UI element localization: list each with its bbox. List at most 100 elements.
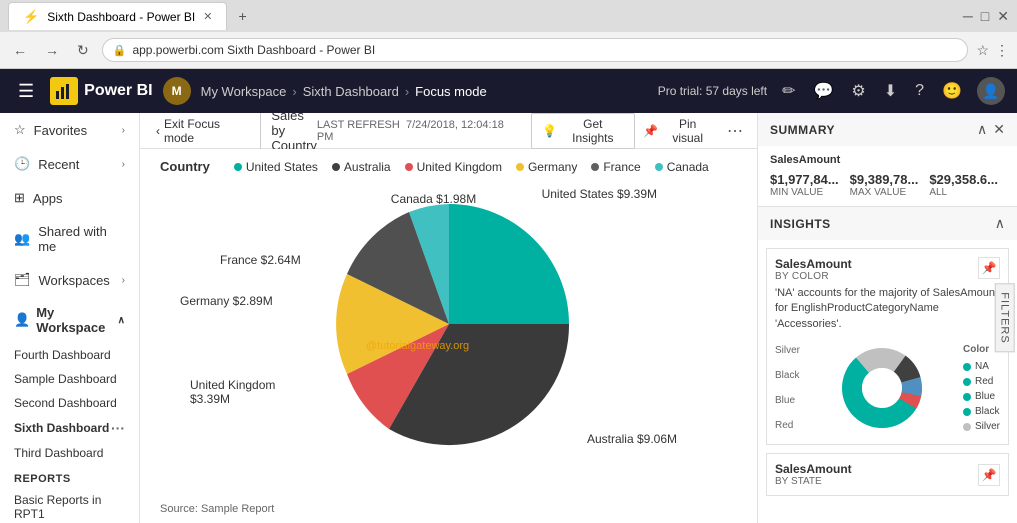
my-workspace-section[interactable]: 👤 My Workspace ∧ (0, 297, 139, 343)
filters-tab[interactable]: FILTERS (994, 283, 1014, 352)
minimize-btn[interactable]: ─ (963, 8, 973, 24)
exit-focus-btn[interactable]: ‹ Exit Focus mode (148, 113, 261, 149)
breadcrumb: My Workspace › Sixth Dashboard › Focus m… (201, 84, 648, 99)
sidebar-sixth-dashboard[interactable]: Sixth Dashboard ··· (0, 415, 139, 441)
feedback-btn[interactable]: 🙂 (939, 78, 965, 104)
summary-header[interactable]: SUMMARY ∧ ✕ (758, 113, 1017, 146)
chart-area: Country United States Australia United K… (140, 149, 757, 523)
second-insight-pin-btn[interactable]: 📌 (978, 464, 1000, 486)
my-workspace-label: My Workspace (36, 305, 117, 335)
sidebar-item-shared[interactable]: 👥 Shared with me (0, 215, 139, 263)
watermark: @tutorialgateway.org (366, 338, 469, 352)
source-text: Source: Sample Report (160, 503, 274, 515)
content-area: ☆ Favorites › 🕒 Recent › ⊞ Apps 👥 Shared… (0, 113, 1017, 523)
summary-field-label: SalesAmount (770, 154, 1005, 166)
tab-close-btn[interactable]: ✕ (203, 10, 212, 23)
workspaces-arrow: › (122, 275, 125, 286)
comment-btn[interactable]: 💬 (811, 78, 837, 104)
insight-card-1: SalesAmount BY COLOR 📌 'NA' accounts for… (766, 248, 1009, 445)
browser-chrome: ⚡ Sixth Dashboard - Power BI ✕ + ─ □ ✕ ←… (0, 0, 1017, 69)
sixth-dashboard-more[interactable]: ··· (111, 420, 125, 436)
maximize-btn[interactable]: □ (981, 8, 989, 24)
donut-label-red: Red (775, 420, 800, 431)
pin-icon: 📌 (643, 124, 658, 138)
summary-min-value: $1,977,84... (770, 172, 846, 187)
forward-btn[interactable]: → (40, 40, 64, 60)
pie-chart-container: United States $9.39M Australia $9.06M Un… (160, 182, 737, 466)
breadcrumb-workspace[interactable]: My Workspace (201, 84, 287, 99)
tab-favicon: ⚡ (23, 9, 39, 25)
legend-dot-fr (591, 163, 599, 171)
sidebar-item-recent[interactable]: 🕒 Recent › (0, 147, 139, 181)
close-btn[interactable]: ✕ (997, 8, 1009, 25)
pin-visual-label: Pin visual (662, 117, 713, 145)
sidebar-item-favorites[interactable]: ☆ Favorites › (0, 113, 139, 147)
summary-close-btn[interactable]: ✕ (993, 121, 1005, 138)
user-avatar[interactable]: M (163, 77, 191, 105)
get-insights-label: Get Insights (561, 117, 624, 145)
recent-label: Recent (38, 157, 113, 172)
legend-item-au: Australia (332, 160, 391, 174)
last-refresh-text: LAST REFRESH 7/24/2018, 12:04:18 PM (317, 119, 521, 143)
sidebar-item-workspaces[interactable]: 🗂 Workspaces › (0, 263, 139, 297)
more-options-btn[interactable]: ⋯ (721, 119, 749, 143)
sidebar-third-dashboard[interactable]: Third Dashboard (0, 441, 139, 465)
insight-pin-btn[interactable]: 📌 (978, 257, 1000, 279)
pin-visual-btn[interactable]: 📌 Pin visual (635, 114, 721, 148)
download-btn[interactable]: ⬇ (881, 78, 900, 104)
insights-collapse-btn[interactable]: ∧ (995, 215, 1005, 232)
insight-card-2: SalesAmount BY STATE 📌 (766, 453, 1009, 496)
summary-title: SUMMARY (770, 123, 835, 137)
sidebar-fourth-dashboard[interactable]: Fourth Dashboard (0, 343, 139, 367)
summary-min: $1,977,84... MIN VALUE (770, 172, 846, 198)
address-bar[interactable]: 🔒 app.powerbi.com Sixth Dashboard - Powe… (102, 38, 969, 62)
sidebar-second-dashboard[interactable]: Second Dashboard (0, 391, 139, 415)
edit-btn[interactable]: ✏ (779, 78, 798, 104)
legend-red: Red (963, 376, 1000, 387)
legend-dot-us (234, 163, 242, 171)
help-btn[interactable]: ? (912, 79, 927, 103)
sidebar-sample-dashboard[interactable]: Sample Dashboard (0, 367, 139, 391)
sidebar-item-apps[interactable]: ⊞ Apps (0, 181, 139, 215)
donut-label-blue: Blue (775, 395, 800, 406)
refresh-btn[interactable]: ↻ (72, 40, 94, 61)
summary-max: $9,389,78... MAX VALUE (850, 172, 926, 198)
clock-icon: 🕒 (14, 156, 30, 172)
summary-values: $1,977,84... MIN VALUE $9,389,78... MAX … (770, 172, 1005, 198)
settings-btn[interactable]: ⋮ (995, 42, 1009, 59)
bookmark-btn[interactable]: ☆ (976, 42, 989, 59)
legend-blue: Blue (963, 391, 1000, 402)
focus-bar: ‹ Exit Focus mode Sales by Country LAST … (140, 113, 757, 149)
legend-na: NA (963, 361, 1000, 372)
breadcrumb-dashboard[interactable]: Sixth Dashboard (303, 84, 399, 99)
legend-item-uk: United Kingdom (405, 160, 502, 174)
label-de: Germany $2.89M (180, 294, 273, 308)
chart-title: Country (160, 159, 210, 174)
insight-card-subtitle: BY COLOR (775, 271, 852, 282)
chart-legend: Country United States Australia United K… (160, 159, 737, 174)
hamburger-btn[interactable]: ☰ (12, 77, 40, 106)
main-area: ‹ Exit Focus mode Sales by Country LAST … (140, 113, 757, 523)
donut-left-labels: Silver Black Blue Red (775, 345, 800, 431)
slice-us[interactable] (449, 204, 569, 324)
legend-dot-uk (405, 163, 413, 171)
second-insight-title-area: SalesAmount BY STATE (775, 462, 852, 487)
active-tab: ⚡ Sixth Dashboard - Power BI ✕ (8, 2, 227, 30)
nav-user-avatar-btn[interactable]: 👤 (977, 77, 1005, 105)
basic-reports-label: Basic Reports in RPT1 (14, 493, 101, 521)
summary-collapse-btn[interactable]: ∧ (977, 121, 987, 138)
settings-nav-btn[interactable]: ⚙ (848, 78, 868, 104)
new-tab-btn[interactable]: + (233, 6, 251, 26)
back-btn[interactable]: ← (8, 40, 32, 60)
label-fr: France $2.64M (220, 253, 301, 267)
get-insights-btn[interactable]: 💡 Get Insights (531, 113, 635, 149)
donut-label-black: Black (775, 370, 800, 381)
legend-dot-au (332, 163, 340, 171)
insights-header[interactable]: INSIGHTS ∧ (758, 207, 1017, 240)
workspaces-label: Workspaces (39, 273, 114, 288)
address-text: app.powerbi.com Sixth Dashboard - Power … (132, 43, 375, 57)
browser-action-buttons: ☆ ⋮ (976, 42, 1009, 59)
insight-card-header: SalesAmount BY COLOR 📌 (775, 257, 1000, 282)
sidebar-basic-reports[interactable]: Basic Reports in RPT1 (0, 488, 139, 523)
legend-black: Black (963, 406, 1000, 417)
